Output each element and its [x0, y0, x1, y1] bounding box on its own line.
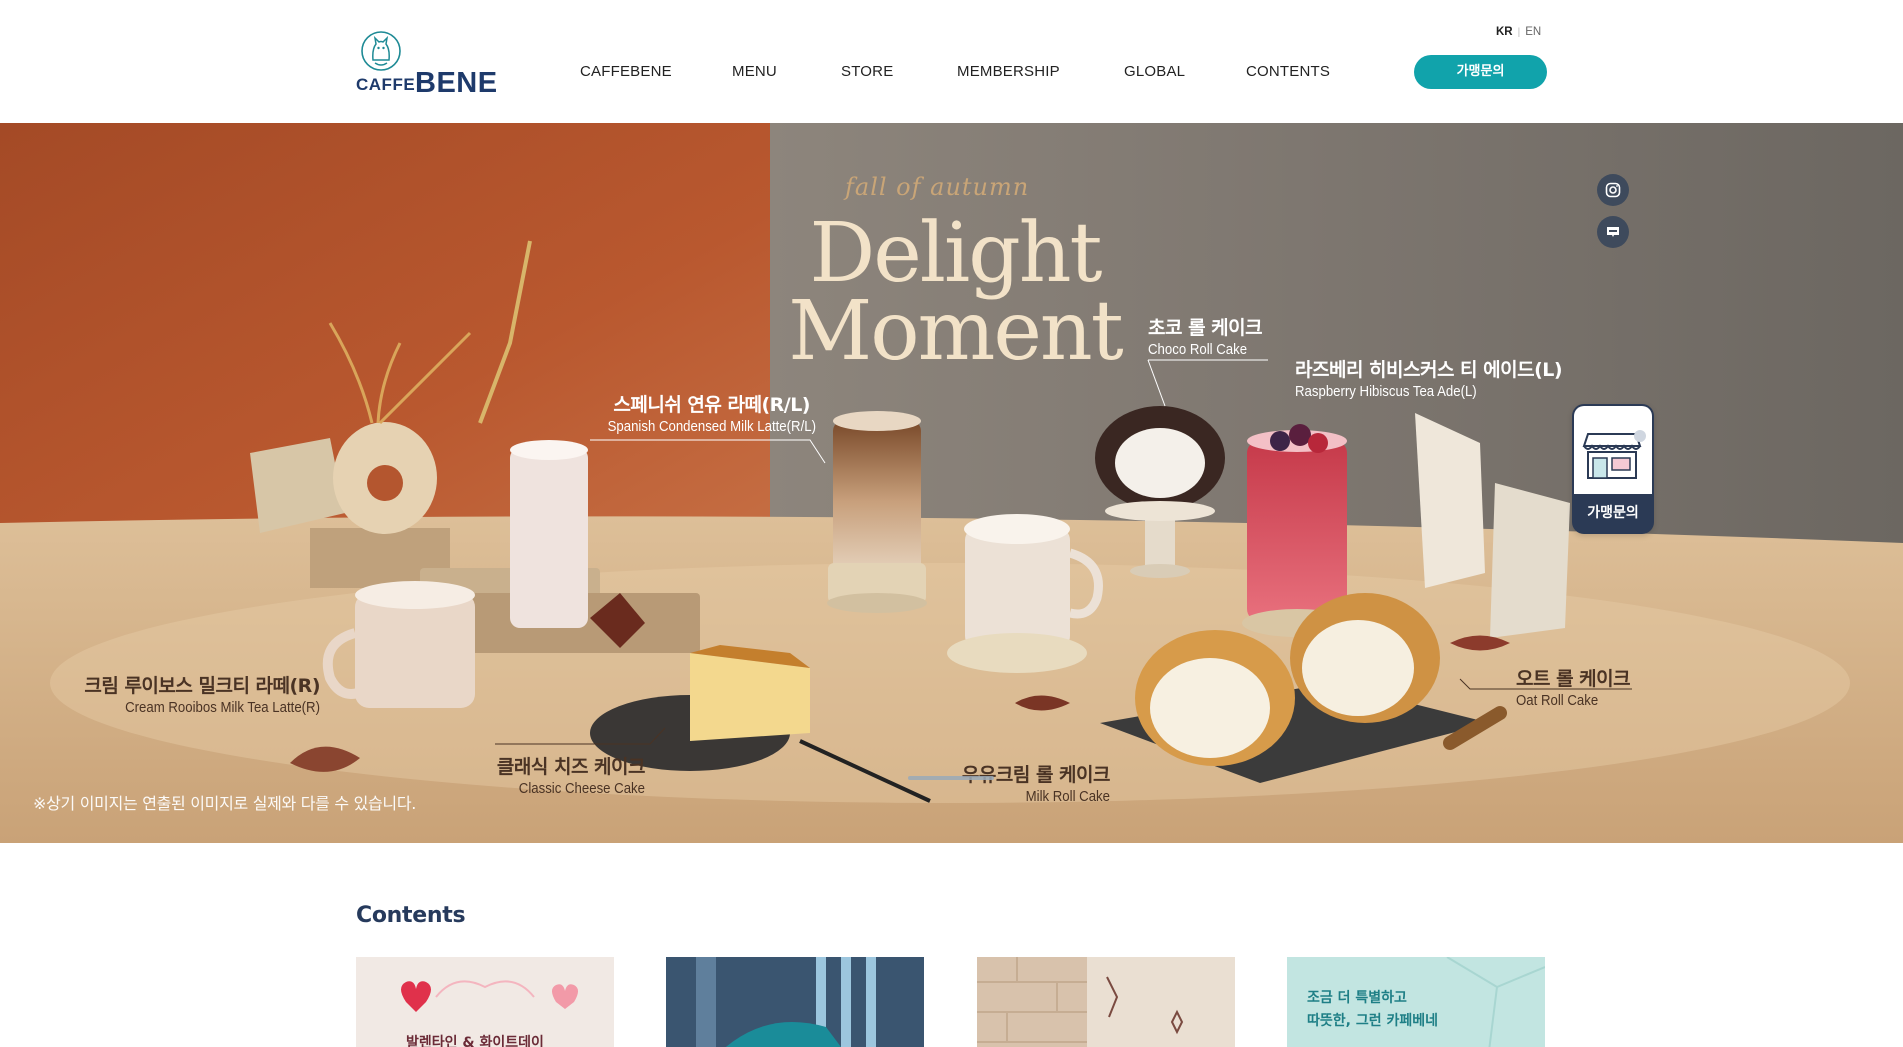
card-photo-illustration	[666, 957, 924, 1047]
content-card-copy: 조금 더 특별하고 따뜻한, 그런 카페베네	[1307, 987, 1438, 1033]
hero-banner[interactable]: fall of autumn Delight Moment 초코 롤 케이크 C…	[0, 123, 1903, 843]
product-name-en: Milk Roll Cake	[1025, 788, 1110, 805]
product-name-en: Oat Roll Cake	[1516, 692, 1599, 709]
hero-title-line1: Delight	[809, 206, 1103, 301]
product-name-en: Cream Rooibos Milk Tea Latte(R)	[125, 699, 320, 716]
language-switcher: KR | EN	[1496, 26, 1541, 38]
quick-franchise-button[interactable]: 가맹문의	[1572, 404, 1654, 534]
product-name-en: Classic Cheese Cake	[518, 780, 645, 797]
content-card-copy-line1: 조금 더 특별하고	[1307, 990, 1407, 1006]
nav-store[interactable]: STORE	[841, 63, 893, 80]
hero-kicker-script: fall of autumn	[845, 173, 1030, 201]
product-label-raspberry-ade: 라즈베리 히비스커스 티 에이드(L) Raspberry Hibiscus T…	[1295, 355, 1563, 400]
content-card-copy-line2: 따뜻한, 그런 카페베네	[1307, 1013, 1438, 1029]
content-card-3[interactable]	[977, 957, 1235, 1047]
product-name-ko: 라즈베리 히비스커스 티 에이드(L)	[1295, 359, 1563, 381]
product-name-ko: 스페니쉬 연유 라떼(R/L)	[613, 394, 810, 416]
quick-franchise-label: 가맹문의	[1587, 505, 1639, 521]
quick-franchise-panel	[1574, 406, 1652, 494]
slide-indicator-bar[interactable]	[908, 776, 994, 780]
main-navigation: CAFFEBENE MENU STORE MEMBERSHIP GLOBAL C…	[0, 63, 1903, 83]
product-label-spanish-latte: 스페니쉬 연유 라떼(R/L) Spanish Condensed Milk L…	[580, 390, 816, 435]
instagram-link[interactable]	[1597, 174, 1629, 206]
product-name-ko: 우유크림 롤 케이크	[961, 764, 1111, 786]
nav-membership[interactable]: MEMBERSHIP	[957, 63, 1060, 80]
hero-title: Delight Moment	[785, 206, 1125, 379]
contents-section-title: Contents	[356, 903, 466, 928]
nav-menu[interactable]: MENU	[732, 63, 777, 80]
product-name-ko: 클래식 치즈 케이크	[496, 756, 646, 778]
hero-title-line2: Moment	[788, 284, 1123, 379]
product-label-rooibos-latte: 크림 루이보스 밀크티 라떼(R) Cream Rooibos Milk Tea…	[60, 671, 320, 716]
storefront-icon	[1582, 430, 1646, 479]
product-name-en: Spanish Condensed Milk Latte(R/L)	[607, 418, 816, 435]
product-name-ko: 초코 롤 케이크	[1148, 317, 1263, 339]
lang-kr-link[interactable]: KR	[1496, 26, 1513, 38]
content-card-4[interactable]: 조금 더 특별하고 따뜻한, 그런 카페베네	[1287, 957, 1545, 1047]
product-label-oat-roll: 오트 롤 케이크 Oat Roll Cake	[1516, 664, 1631, 709]
nav-global[interactable]: GLOBAL	[1124, 63, 1185, 80]
content-card-2[interactable]	[666, 957, 924, 1047]
product-label-milk-roll: 우유크림 롤 케이크 Milk Roll Cake	[920, 760, 1111, 805]
product-name-ko: 오트 롤 케이크	[1516, 668, 1631, 690]
content-card-valentine[interactable]: 발렌타인 & 화이트데이	[356, 957, 614, 1047]
franchise-inquiry-button[interactable]: 가맹문의	[1414, 55, 1547, 89]
product-name-en: Raspberry Hibiscus Tea Ade(L)	[1295, 383, 1477, 400]
blog-link[interactable]	[1597, 216, 1629, 248]
product-label-cheese-cake: 클래식 치즈 케이크 Classic Cheese Cake	[445, 752, 646, 797]
nav-contents[interactable]: CONTENTS	[1246, 63, 1330, 80]
product-label-choco-roll: 초코 롤 케이크 Choco Roll Cake	[1148, 313, 1263, 358]
nav-caffebene[interactable]: CAFFEBENE	[580, 63, 672, 80]
instagram-icon	[1605, 182, 1621, 198]
lang-divider: |	[1517, 27, 1521, 38]
content-card-title: 발렌타인 & 화이트데이	[406, 1035, 544, 1047]
lang-en-link[interactable]: EN	[1525, 26, 1541, 38]
site-header: CAFFE BENE CAFFEBENE MENU STORE MEMBERSH…	[0, 0, 1903, 123]
product-name-en: Choco Roll Cake	[1148, 341, 1248, 358]
card-brick-illustration	[977, 957, 1235, 1047]
image-disclaimer: ※상기 이미지는 연출된 이미지로 실제와 다를 수 있습니다.	[33, 794, 417, 813]
blog-icon	[1607, 227, 1619, 237]
product-name-ko: 크림 루이보스 밀크티 라떼(R)	[84, 675, 320, 697]
